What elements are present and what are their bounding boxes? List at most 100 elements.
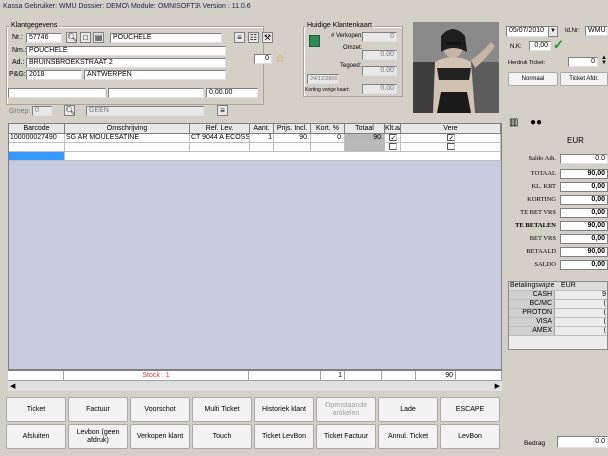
grid-empty-cell-vere[interactable] [401, 143, 501, 151]
book-icon[interactable]: ▥ [509, 118, 521, 128]
payment-row[interactable]: CASH 9 [509, 291, 607, 300]
grid-view-icon[interactable]: ☷ [248, 32, 259, 43]
grid-cell-klt[interactable]: ✓ [385, 134, 401, 142]
action-button-lade[interactable]: Lade [378, 397, 438, 422]
table-row[interactable]: 100000027490 SG AR MOULESATINE CT 9044 A E… [9, 134, 501, 143]
nk-field[interactable]: 0,00 [529, 41, 551, 51]
footer-total: 90 [416, 371, 456, 380]
action-button-ticket-factuur[interactable]: Ticket Factuur [316, 424, 376, 449]
action-button-escape[interactable]: ESCAPE [440, 397, 500, 422]
group-list-icon[interactable]: ≡ [217, 105, 228, 116]
chevron-down-icon[interactable]: ▼ [548, 26, 558, 37]
grid-header-2[interactable]: Ref. Lev. [190, 124, 250, 133]
payment-method-label: BC/MC [509, 300, 556, 308]
list-icon[interactable]: ≡ [234, 32, 245, 43]
tools-icon[interactable]: ⚒ [262, 32, 273, 43]
city-field[interactable]: ANTWERPEN [84, 70, 226, 80]
action-button-verkopen-klant[interactable]: Verkopen klant [130, 424, 190, 449]
grid-cell-ref[interactable]: CT 9044 A ECOSSA [190, 134, 250, 142]
extra-field-2[interactable] [108, 88, 204, 98]
checkbox-empty-klt[interactable] [388, 143, 397, 150]
grid-header-7[interactable]: Klt.aa [385, 124, 401, 133]
grid-header-4[interactable]: Prijs. Incl. [274, 124, 311, 133]
grid-header-0[interactable]: Barcode [9, 124, 65, 133]
payment-row[interactable]: AMEX( [509, 327, 607, 336]
star-award-icon[interactable]: ☆ [275, 53, 287, 65]
payment-method-value[interactable]: ( [555, 300, 607, 308]
grid-header-3[interactable]: Aant. [250, 124, 274, 133]
grid-cell-vere[interactable]: ✓ [401, 134, 501, 142]
customer-number-field[interactable]: 57746 [26, 33, 62, 43]
stepper-icon[interactable]: ▲ ▼ [600, 55, 608, 67]
action-button-voorschot[interactable]: Voorschot [130, 397, 190, 422]
scroll-right-arrow-icon[interactable]: ▶ [495, 382, 500, 390]
action-button-levbon-geen-afdruk[interactable]: Levbon (geen afdruk) [68, 424, 128, 449]
grid-header-8[interactable]: Vere [401, 124, 501, 133]
payment-row[interactable]: BC/MC( [509, 300, 607, 309]
action-button-levbon[interactable]: LevBon [440, 424, 500, 449]
action-button-multi-ticket[interactable]: Multi Ticket [192, 397, 252, 422]
action-button-factuur[interactable]: Factuur [68, 397, 128, 422]
grid-empty-cell-kort[interactable] [311, 143, 345, 151]
address-field[interactable]: BRUINSBROEKSTRAAT 2 [26, 58, 226, 68]
grid-cell-barcode[interactable]: 100000027490 [9, 134, 65, 142]
payment-row[interactable]: PROTON( [509, 309, 607, 318]
payment-method-value[interactable]: ( [555, 309, 607, 317]
grid-cell-kort[interactable]: 0. [311, 134, 345, 142]
group-search-icon[interactable]: 🔍︎ [64, 105, 75, 116]
action-button-openstaande-artikelen[interactable]: Openstaande artikelen [316, 397, 376, 422]
grid-empty-cell-barcode[interactable] [9, 143, 65, 151]
group-number-field[interactable]: 0 [32, 106, 52, 116]
grid-empty-cell-totaal[interactable] [345, 143, 385, 151]
action-button-historiek-klant[interactable]: Historiek klant [254, 397, 314, 422]
checkbox-empty-vere[interactable] [446, 143, 455, 150]
grid-cell-omschrijving[interactable]: SG AR MOULESATINE [65, 134, 190, 142]
scroll-left-arrow-icon[interactable]: ◀ [10, 382, 15, 390]
customer-code-field[interactable]: POUCHELE [110, 33, 222, 43]
grid-cell-totaal[interactable]: 90. [345, 134, 385, 142]
horizontal-scrollbar[interactable]: ◀ ▶ [8, 380, 502, 391]
payment-method-value[interactable]: ( [555, 327, 607, 335]
payment-method-value[interactable]: 9 [555, 291, 607, 299]
new-document-icon[interactable]: □ [80, 32, 91, 43]
grid-header-6[interactable]: Totaal [345, 124, 385, 133]
action-button-afsluiten[interactable]: Afsluiten [6, 424, 66, 449]
checkbox-klt[interactable]: ✓ [388, 134, 397, 141]
grid-new-row-rest[interactable] [65, 152, 501, 160]
grid-empty-cell-ref[interactable] [190, 143, 250, 151]
footer-quantity: 1 [321, 371, 345, 380]
payment-method-value[interactable]: ( [555, 318, 607, 326]
table-row-empty[interactable] [9, 143, 501, 152]
action-button-annul-ticket[interactable]: Annul. Ticket [378, 424, 438, 449]
grid-new-row[interactable] [9, 152, 501, 161]
grid-header-1[interactable]: Omschrijving [65, 124, 190, 133]
postcode-field[interactable]: 2018 [26, 70, 82, 80]
binoculars-icon[interactable]: ●● [530, 117, 544, 128]
user-id-field[interactable]: WMU [585, 26, 608, 36]
small-count-field[interactable]: 0 [254, 54, 272, 64]
amount-field[interactable]: 0.0 [557, 436, 608, 448]
grid-new-row-barcode[interactable] [9, 152, 65, 160]
grid-cell-prijs[interactable]: 90. [274, 134, 311, 142]
ticket-print-button[interactable]: Ticket Afdr. [560, 72, 608, 86]
checkbox-vere[interactable]: ✓ [446, 134, 455, 141]
extra-field-1[interactable] [8, 88, 106, 98]
customer-name-field[interactable]: POUCHELE [26, 46, 226, 56]
payment-row[interactable]: VISA( [509, 318, 607, 327]
grid-empty-cell-aant[interactable] [250, 143, 274, 151]
action-button-ticket[interactable]: Ticket [6, 397, 66, 422]
grid-empty-cell-prijs[interactable] [274, 143, 311, 151]
grid-empty-cell-omschrijving[interactable] [65, 143, 190, 151]
grid-empty-cell-klt[interactable] [385, 143, 401, 151]
reprint-ticket-field[interactable]: 0 [568, 57, 598, 67]
confirm-check-icon[interactable]: ✓ [553, 38, 567, 52]
search-icon[interactable]: 🔍︎ [66, 32, 77, 43]
grid-cell-aant[interactable]: 1 [250, 134, 274, 142]
loyalty-card-icon[interactable] [309, 35, 320, 47]
action-button-ticket-levbon[interactable]: Ticket LevBon [254, 424, 314, 449]
edit-card-icon[interactable]: ▤ [93, 32, 104, 43]
grid-header-5[interactable]: Kort. % [311, 124, 345, 133]
normal-mode-button[interactable]: Normaal [508, 72, 558, 86]
action-button-touch[interactable]: Touch [192, 424, 252, 449]
time-field[interactable]: 0.00.00 [206, 88, 258, 98]
